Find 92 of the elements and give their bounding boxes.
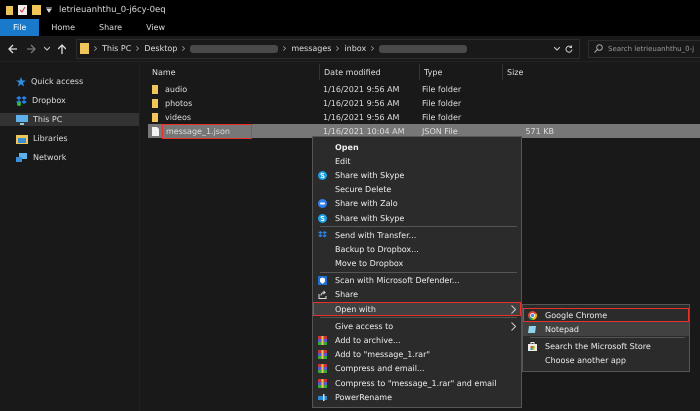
sidebar-item[interactable]: Dropbox (0, 94, 139, 107)
file-icon (152, 126, 159, 136)
menu-item[interactable]: Give access to (313, 319, 521, 334)
breadcrumb-item[interactable]: inbox (344, 44, 366, 53)
table-cell: 571 KB (525, 126, 554, 136)
folder-icon[interactable] (6, 4, 13, 14)
breadcrumb-item[interactable]: messages (291, 44, 332, 53)
ribbon-tab[interactable]: View (134, 19, 178, 36)
menu-item[interactable]: Scan with Microsoft Defender... (313, 274, 521, 288)
table-cell-text: JSON File (420, 126, 459, 136)
rename-icon (318, 394, 327, 401)
store-icon (528, 342, 537, 351)
sidebar-item[interactable]: Network (0, 151, 139, 164)
star-icon (16, 76, 26, 86)
share-icon (318, 290, 327, 300)
libraries-icon (16, 134, 28, 144)
file-name: audio (164, 84, 188, 94)
search-icon (594, 44, 603, 53)
file-name: videos (164, 112, 192, 122)
menu-item[interactable]: Add to "message_1.rar" (313, 348, 521, 362)
file-name: message_1.json (164, 126, 250, 136)
breadcrumb-item[interactable]: This PC (102, 44, 132, 53)
table-cell-text: 1/16/2021 9:56 AM (322, 98, 400, 108)
sidebar-item[interactable]: Quick access (0, 75, 139, 88)
up-icon[interactable] (58, 44, 66, 54)
skype-icon (318, 170, 327, 180)
archive-icon (318, 364, 327, 374)
menu-item[interactable]: Google Chrome (523, 308, 689, 322)
table-cell-text: File folder (421, 98, 462, 108)
dropdown-icon[interactable] (554, 46, 560, 50)
menu-item[interactable]: Search the Microsoft Store (523, 339, 689, 354)
forward-icon[interactable] (26, 44, 36, 54)
folder-icon (80, 43, 89, 54)
menu-item[interactable]: Share with Skype (313, 168, 521, 183)
ribbon-tab[interactable]: Share (87, 19, 134, 36)
caret-icon[interactable] (46, 6, 52, 12)
chrome-icon (528, 310, 537, 320)
column-header[interactable]: Date modified (319, 64, 419, 80)
archive-icon (318, 336, 327, 346)
shield-icon (318, 276, 327, 286)
table-cell-text: File folder (421, 112, 462, 122)
chevron-icon (283, 46, 286, 51)
menu-item[interactable]: Compress and email... (313, 362, 521, 376)
column-header[interactable]: Type (419, 64, 502, 80)
ribbon-tab[interactable]: Home (39, 19, 88, 36)
menu-item[interactable]: Open (313, 140, 521, 154)
refresh-icon[interactable] (565, 44, 573, 52)
table-cell-text: 1/16/2021 9:56 AM (322, 84, 400, 94)
file-row[interactable]: videos 1/16/2021 9:56 AM File folder (148, 110, 700, 124)
back-icon[interactable] (8, 44, 18, 54)
file-row[interactable]: audio 1/16/2021 9:56 AM File folder (148, 82, 700, 96)
archive-icon (318, 350, 327, 360)
table-cell-text: File folder (421, 84, 462, 94)
menu-item[interactable]: Backup to Dropbox... (313, 242, 521, 256)
menu-item[interactable]: Share with Zalo (313, 196, 521, 211)
archive-icon (318, 378, 327, 388)
menu-item[interactable]: Choose another app (523, 354, 689, 368)
breadcrumb-item[interactable]: Desktop (144, 44, 178, 53)
menu-item[interactable]: Add to archive... (313, 333, 521, 348)
table-cell-text: 1/16/2021 10:04 AM (322, 126, 406, 136)
menu-item[interactable]: Move to Dropbox (313, 256, 521, 271)
menu-item[interactable]: Secure Delete (313, 182, 521, 197)
chevron-icon[interactable] (44, 46, 50, 51)
file-row[interactable]: photos 1/16/2021 9:56 AM File folder (148, 96, 700, 110)
dropbox-icon (318, 231, 327, 240)
address-bar[interactable]: This PC Desktop messages inbox (76, 38, 580, 58)
chevron-icon (136, 46, 140, 51)
menu-item[interactable]: Notepad (523, 322, 689, 336)
ribbon-tab[interactable]: File (0, 19, 40, 36)
chevron-icon (336, 46, 340, 51)
sidebar-item[interactable]: This PC (0, 113, 139, 126)
menu-item[interactable]: Share (313, 288, 521, 302)
file-name: photos (164, 98, 194, 108)
column-header[interactable]: Size (502, 64, 557, 80)
menu-item[interactable]: Compress to "message_1.rar" and email (313, 376, 521, 390)
menu-item[interactable]: Open with (313, 302, 521, 316)
menu-item[interactable]: PowerRename (313, 390, 521, 404)
menu-item[interactable]: Share with Skype (313, 210, 521, 226)
table-cell-text: 1/16/2021 9:56 AM (322, 112, 400, 122)
menu-item[interactable]: Edit (313, 154, 521, 168)
menu-item[interactable]: Send with Transfer... (313, 228, 521, 242)
window-title: letrieuanhthu_0-j6cy-0eq (59, 4, 166, 14)
column-header[interactable]: Name (148, 64, 319, 80)
notepad-icon (528, 324, 537, 334)
computer-icon (16, 114, 28, 124)
sidebar-item[interactable]: Libraries (0, 132, 139, 145)
network-icon (16, 152, 28, 162)
chevron-icon (182, 46, 186, 51)
chevron-icon (94, 46, 97, 51)
dropbox-icon (16, 96, 27, 106)
skype-icon (318, 214, 327, 223)
chevron-icon (371, 46, 374, 51)
